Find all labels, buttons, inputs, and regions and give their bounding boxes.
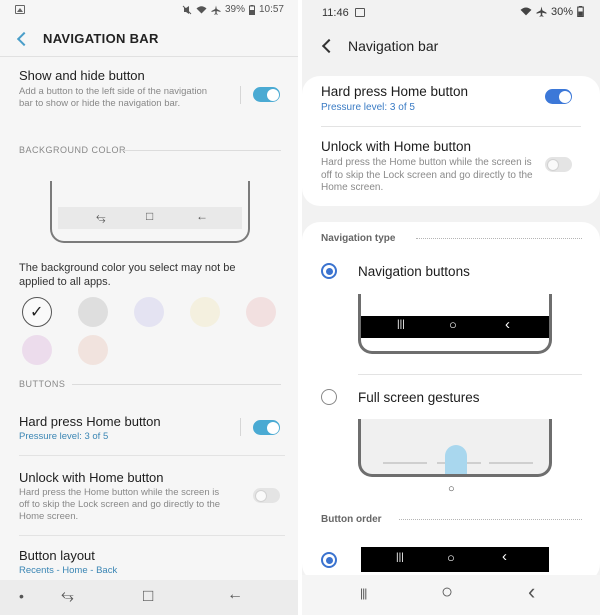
gestures-preview: [358, 419, 552, 477]
battery-icon: [577, 6, 584, 17]
settings-card: Hard press Home button Pressure level: 3…: [302, 76, 600, 206]
button-order-preview: ||| ○ ‹: [361, 547, 549, 572]
swatch-orchid[interactable]: [22, 335, 52, 365]
unlock-title: Unlock with Home button: [321, 139, 472, 154]
airplane-icon: [211, 5, 221, 15]
show-hide-toggle[interactable]: [253, 87, 280, 102]
status-time: 10:57: [258, 4, 284, 15]
unlock-title: Unlock with Home button: [19, 470, 164, 485]
swatch-peach[interactable]: [78, 335, 108, 365]
swatch-lavender[interactable]: [134, 297, 164, 327]
back-arrow-icon[interactable]: ←: [227, 586, 243, 604]
hard-press-subtitle: Pressure level: 3 of 5: [321, 102, 415, 113]
navigation-type-card: Navigation type Navigation buttons ||| ○…: [302, 222, 600, 582]
home-square-icon: □: [146, 209, 154, 223]
page-title: NAVIGATION BAR: [43, 31, 159, 46]
recents-icon: |||: [396, 552, 404, 563]
vertical-separator: [240, 418, 241, 436]
chevron-left-icon: ‹: [505, 316, 510, 333]
hard-press-subtitle: Pressure level: 3 of 5: [19, 431, 109, 442]
home-circle-icon: ○: [448, 483, 455, 495]
back-arrow-icon: ←: [196, 209, 208, 223]
status-bar: 39% 10:57: [0, 0, 298, 22]
navigation-buttons-preview: ||| ○ ‹: [358, 294, 552, 354]
hard-press-title: Hard press Home button: [321, 84, 469, 99]
dotted-divider: [416, 238, 582, 239]
home-circle-icon: ○: [447, 550, 455, 565]
app-bar: Navigation bar: [302, 28, 600, 64]
mute-icon: [182, 5, 192, 14]
checkmark-icon: ✓: [30, 304, 44, 321]
dotted-divider: [399, 519, 582, 520]
chevron-left-icon[interactable]: [16, 31, 32, 47]
swatch-cream[interactable]: [190, 297, 220, 327]
unlock-toggle[interactable]: [545, 157, 572, 172]
navbar-preview: ⥃ □ ←: [50, 181, 250, 243]
hard-press-title: Hard press Home button: [19, 414, 161, 429]
vertical-separator: [240, 86, 241, 104]
unlock-subtitle: Hard press the Home button while the scr…: [19, 487, 221, 522]
battery-level: 39%: [224, 4, 245, 15]
row-divider: [19, 535, 285, 536]
hard-press-toggle[interactable]: [545, 89, 572, 104]
recents-icon: |||: [397, 319, 405, 330]
image-icon: [15, 5, 25, 14]
home-circle-icon: ○: [449, 317, 457, 332]
section-header-button-order: Button order: [321, 514, 382, 525]
row-divider: [19, 455, 285, 456]
navigation-buttons-label[interactable]: Navigation buttons: [358, 264, 470, 279]
section-divider: [72, 384, 281, 385]
page-title: Navigation bar: [348, 38, 439, 54]
row-divider: [358, 374, 582, 375]
battery-icon: [248, 4, 255, 15]
background-note: The background color you select may not …: [19, 262, 236, 288]
airplane-icon: [536, 6, 547, 17]
gesture-hint-right: [489, 462, 533, 464]
gesture-hint-left: [383, 462, 427, 464]
status-time: 11:46: [322, 7, 349, 19]
battery-level: 30%: [550, 6, 573, 18]
show-hide-title: Show and hide button: [19, 68, 145, 83]
right-screen: 11:46 30% Navigation bar Hard press Home…: [302, 0, 600, 615]
full-screen-gestures-label[interactable]: Full screen gestures: [358, 390, 480, 405]
unlock-subtitle: Hard press the Home button while the scr…: [321, 157, 533, 193]
swatch-white-selected[interactable]: ✓: [22, 297, 52, 327]
recents-icon: ⥃: [96, 210, 106, 224]
wifi-icon: [196, 6, 207, 14]
wifi-icon: [520, 7, 532, 16]
unlock-toggle[interactable]: [253, 488, 280, 503]
recents-icon[interactable]: |||: [360, 586, 367, 600]
system-navigation-bar: ||| ○ ‹: [302, 575, 600, 615]
recents-icon[interactable]: ⥃: [61, 587, 74, 605]
button-layout-title: Button layout: [19, 548, 95, 563]
home-circle-icon[interactable]: ○: [441, 581, 453, 604]
section-header-background-color: BACKGROUND COLOR: [19, 145, 127, 155]
left-screen: 39% 10:57 NAVIGATION BAR Show and hide b…: [0, 0, 298, 615]
swatch-pink[interactable]: [246, 297, 276, 327]
status-bar: 11:46 30%: [302, 0, 600, 24]
image-icon: [355, 8, 365, 17]
swatch-gray[interactable]: [78, 297, 108, 327]
navbar-preview-bar: ||| ○ ‹: [361, 316, 549, 338]
section-divider: [123, 150, 281, 151]
system-navigation-bar: • ⥃ □ ←: [0, 580, 298, 615]
chevron-left-icon: ‹: [502, 548, 507, 565]
chevron-left-icon[interactable]: ‹: [528, 579, 535, 605]
show-hide-subtitle: Add a button to the left side of the nav…: [19, 86, 208, 109]
back-arrow-icon[interactable]: [321, 38, 337, 54]
radio-full-screen-gestures[interactable]: [321, 389, 337, 405]
app-bar: NAVIGATION BAR: [0, 22, 298, 56]
radio-button-order-1[interactable]: [321, 552, 337, 568]
radio-navigation-buttons[interactable]: [321, 263, 337, 279]
section-header-buttons: BUTTONS: [19, 379, 66, 389]
section-header-navigation-type: Navigation type: [321, 233, 396, 244]
header-divider: [0, 56, 298, 57]
swipe-finger-icon: [445, 445, 467, 474]
home-square-icon[interactable]: □: [143, 586, 153, 606]
hard-press-toggle[interactable]: [253, 420, 280, 435]
navbar-preview-bar: ⥃ □ ←: [58, 207, 242, 229]
dot-icon[interactable]: •: [19, 588, 24, 604]
row-divider: [321, 126, 581, 127]
button-layout-subtitle: Recents - Home - Back: [19, 565, 118, 576]
